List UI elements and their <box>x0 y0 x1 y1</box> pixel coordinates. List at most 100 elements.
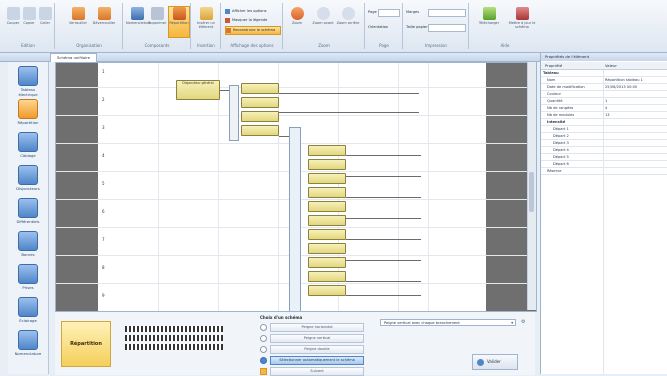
validate-button[interactable]: Valider <box>472 354 518 370</box>
distribution-preview <box>125 326 225 356</box>
orientation-button[interactable]: Orientation <box>368 25 388 29</box>
row-number: 3 <box>102 125 105 130</box>
property-row[interactable]: Départ 1 <box>541 126 667 133</box>
zoom-out-icon <box>341 7 355 20</box>
canvas-scrollbar[interactable] <box>527 62 536 310</box>
option-radio[interactable] <box>260 324 267 331</box>
main-breaker-node[interactable]: Disjoncteur général <box>176 80 220 100</box>
delete-icon <box>150 7 164 20</box>
page-field[interactable] <box>378 9 400 17</box>
property-row[interactable]: Quantité 1 <box>541 98 667 105</box>
insert-button[interactable]: Insérer un élément <box>196 7 216 35</box>
property-row[interactable]: Couleur <box>541 91 667 98</box>
property-row[interactable]: Date de modification 25/06/2013 00:00 <box>541 84 667 91</box>
sidebar-item-repartition[interactable]: Répartition <box>11 97 45 129</box>
ribbon-group-organisation: Verrouiller Déverrouiller Organisation <box>56 3 123 49</box>
grid-line <box>218 63 219 311</box>
circuit-node[interactable] <box>308 159 346 170</box>
wire <box>346 260 421 261</box>
option-double[interactable]: Peigne double <box>270 345 364 354</box>
paste-icon <box>38 7 52 20</box>
properties-section[interactable]: Tableau <box>541 70 667 77</box>
property-row[interactable]: Départ 6 <box>541 161 667 168</box>
circuit-node[interactable] <box>241 111 279 122</box>
sidebar-item-prises[interactable]: Prises <box>11 262 45 294</box>
grid-line <box>56 115 536 116</box>
option-radio-selected[interactable] <box>260 357 267 364</box>
property-row[interactable]: Nb de rangées 4 <box>541 105 667 112</box>
socket-icon <box>18 264 38 284</box>
property-row[interactable]: Nom Répartition tableau 1 <box>541 77 667 84</box>
circuit-node[interactable] <box>241 125 279 136</box>
circuit-node[interactable] <box>308 243 346 254</box>
grid-line <box>428 63 429 311</box>
sidebar-item-nomenclature[interactable]: Nomenclature <box>11 328 45 360</box>
unlock-button[interactable]: Déverrouiller <box>92 7 116 35</box>
update-schema-button[interactable]: Mettre à jour le schéma <box>508 7 536 35</box>
wire <box>346 281 421 282</box>
circuit-node[interactable] <box>241 97 279 108</box>
sidebar-item-bornes[interactable]: Bornes <box>11 229 45 261</box>
ribbon-group-page: Page Orientation Page <box>366 3 403 49</box>
option-radio[interactable] <box>260 335 267 342</box>
settings-icon[interactable]: ⚙ <box>521 319 528 326</box>
sidebar-item-differentiels[interactable]: Différentiels <box>11 196 45 228</box>
circuit-node[interactable] <box>308 173 346 184</box>
download-button[interactable]: Télécharger <box>478 7 500 35</box>
property-row[interactable]: Nb de modules 13 <box>541 112 667 119</box>
row-number: 4 <box>102 153 105 158</box>
zoom-out-button[interactable]: Zoom arrière <box>336 7 360 35</box>
scrollbar-thumb[interactable] <box>529 172 534 212</box>
wire <box>346 218 421 219</box>
property-row[interactable]: Intensité <box>541 119 667 126</box>
schema-canvas[interactable]: 1 2 3 4 5 6 7 8 9 Disjoncteur général <box>55 62 537 313</box>
circuit-node[interactable] <box>241 83 279 94</box>
circuit-node[interactable] <box>308 145 346 156</box>
rebuild-schema-button[interactable]: Reconstruire le schéma <box>225 26 281 35</box>
option-radio[interactable] <box>260 346 267 353</box>
circuit-node[interactable] <box>308 257 346 268</box>
circuit-node[interactable] <box>308 229 346 240</box>
margins-field[interactable] <box>428 9 466 17</box>
sidebar: Tableau électrique Répartition Câblage D… <box>8 62 49 374</box>
zoom-button[interactable]: Zoom <box>288 7 306 35</box>
sidebar-item-eclairage[interactable]: Éclairage <box>11 295 45 327</box>
circuit-node[interactable] <box>308 215 346 226</box>
ribbon-group-print: Marges Taille papier Impression <box>404 3 469 49</box>
zoom-in-button[interactable]: Zoom avant <box>312 7 334 35</box>
property-row[interactable]: Départ 5 <box>541 154 667 161</box>
option-vertical[interactable]: Peigne vertical <box>270 334 364 343</box>
circuit-node[interactable] <box>308 187 346 198</box>
hide-legend-button[interactable]: Masquer la légende <box>225 17 279 24</box>
delete-button[interactable]: Supprimer <box>148 7 166 35</box>
sidebar-item-disjoncteurs[interactable]: Disjoncteurs <box>11 163 45 195</box>
option-horizontal[interactable]: Peigne horizontal <box>270 323 364 332</box>
tab-schema[interactable]: Schéma unifilaire <box>50 53 97 62</box>
sidebar-item-cablage[interactable]: Câblage <box>11 130 45 162</box>
circuit-node[interactable] <box>308 285 346 296</box>
show-options-button[interactable]: Afficher les options <box>225 8 279 15</box>
circuit-node[interactable] <box>308 271 346 282</box>
wire <box>346 197 421 198</box>
wire <box>279 136 289 137</box>
column-divider <box>603 70 604 374</box>
document-tab-bar: Schéma unifilaire <box>0 53 540 62</box>
property-row[interactable]: Départ 2 <box>541 133 667 140</box>
circuit-node[interactable] <box>308 201 346 212</box>
nomenclature-button[interactable]: Nomenclature <box>126 7 151 35</box>
schema-type-dropdown[interactable]: Peigne vertical avec chaque branchement ▾ <box>380 319 516 326</box>
property-row[interactable]: Réserve <box>541 168 667 175</box>
wire <box>346 176 421 177</box>
option-auto[interactable]: Sélectionner automatiquement le schéma <box>270 356 364 365</box>
row-number: 2 <box>102 97 105 102</box>
sidebar-item-tableau[interactable]: Tableau électrique <box>11 64 45 97</box>
paper-size-field[interactable] <box>428 24 466 32</box>
next-button[interactable]: Suivant <box>270 367 364 376</box>
property-row[interactable]: Départ 3 <box>541 140 667 147</box>
repartition-button[interactable]: Répartition <box>168 6 190 38</box>
lock-button[interactable]: Verrouiller <box>68 7 88 35</box>
paste-button[interactable]: Coller <box>36 7 54 35</box>
property-row[interactable]: Départ 4 <box>541 147 667 154</box>
terminal-icon <box>18 231 38 251</box>
ribbon-group-help: Télécharger Mettre à jour le schéma Aide <box>470 3 540 49</box>
